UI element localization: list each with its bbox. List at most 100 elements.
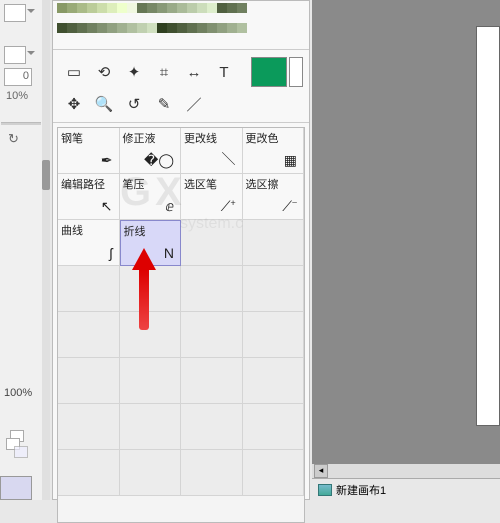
pen-icon: ✒ (101, 152, 113, 169)
tool-label: 曲线 (61, 222, 83, 238)
color-swatch[interactable] (127, 23, 137, 33)
color-swatch[interactable] (67, 3, 77, 13)
empty-cell (243, 220, 305, 266)
color-swatch[interactable] (167, 23, 177, 33)
magic-wand-tool[interactable]: ✦ (119, 59, 149, 85)
color-swatch[interactable] (87, 3, 97, 13)
rotate-tool[interactable]: ↺ (119, 91, 149, 117)
color-swatch[interactable] (187, 3, 197, 13)
color-swatch[interactable] (227, 23, 237, 33)
color-swatch[interactable] (237, 3, 247, 13)
layers-thumb[interactable] (4, 430, 38, 470)
select-erase-icon: ⟋⁻ (282, 198, 297, 215)
change-line-icon: ＼ (222, 149, 236, 169)
tool-label: 选区笔 (184, 176, 217, 192)
eyedropper-tool[interactable]: ✎ (149, 91, 179, 117)
color-swatch[interactable] (87, 23, 97, 33)
tool-change-color[interactable]: 更改色▦ (243, 128, 305, 174)
empty-cell (181, 312, 243, 358)
color-swatch[interactable] (107, 23, 117, 33)
tool-select-pen[interactable]: 选区笔⟋⁺ (181, 174, 243, 220)
color-swatch[interactable] (67, 23, 77, 33)
color-swatch[interactable] (147, 3, 157, 13)
color-swatch[interactable] (77, 23, 87, 33)
color-swatch[interactable] (117, 23, 127, 33)
foreground-color[interactable] (251, 57, 287, 87)
text-tool-tool[interactable]: T (209, 59, 239, 85)
refresh-icon[interactable]: ↻ (8, 131, 42, 147)
background-color[interactable] (289, 57, 303, 87)
color-swatch[interactable] (117, 3, 127, 13)
panel-scrollbar[interactable] (42, 0, 50, 500)
empty-cell (58, 450, 120, 496)
left-swatch-1[interactable] (4, 4, 26, 22)
color-swatch[interactable] (207, 23, 217, 33)
empty-cell (181, 404, 243, 450)
empty-cell (120, 358, 182, 404)
crop-tool[interactable]: ⌗ (149, 59, 179, 85)
left-tab-thumb[interactable] (0, 476, 32, 500)
empty-cell (181, 450, 243, 496)
left-input[interactable]: 0 (4, 68, 32, 86)
document-icon (318, 484, 332, 496)
zoom-100: 100% (4, 387, 42, 399)
lasso-tool[interactable]: ⟲ (89, 59, 119, 85)
tool-edit-path[interactable]: 编辑路径↖ (58, 174, 120, 220)
tool-whiteout[interactable]: 修正液�◯ (120, 128, 182, 174)
color-swatch[interactable] (197, 23, 207, 33)
empty-cell (181, 266, 243, 312)
color-swatch[interactable] (137, 23, 147, 33)
color-swatch[interactable] (157, 23, 167, 33)
color-swatch[interactable] (107, 3, 117, 13)
tool-pressure[interactable]: 笔压ⅇ (120, 174, 182, 220)
empty-cell (243, 266, 305, 312)
color-swatch[interactable] (57, 23, 67, 33)
tool-change-line[interactable]: 更改线＼ (181, 128, 243, 174)
select-rect-tool[interactable]: ▭ (59, 59, 89, 85)
color-swatch[interactable] (97, 3, 107, 13)
polyline-icon: N (164, 245, 174, 261)
color-swatch[interactable] (177, 23, 187, 33)
empty-cell (243, 312, 305, 358)
tool-curve[interactable]: 曲线ʃ (58, 220, 120, 266)
color-swatch[interactable] (227, 3, 237, 13)
empty-cell (120, 450, 182, 496)
empty-cell (58, 312, 120, 358)
color-swatch[interactable] (167, 3, 177, 13)
select-pen-icon: ⟋⁺ (221, 198, 236, 215)
color-swatch[interactable] (137, 3, 147, 13)
color-swatch[interactable] (237, 23, 247, 33)
tool-label: 笔压 (123, 176, 145, 192)
left-swatch-2[interactable] (4, 46, 26, 64)
color-swatch[interactable] (217, 3, 227, 13)
tool-polyline[interactable]: 折线N (120, 220, 182, 266)
tool-pen[interactable]: 钢笔✒ (58, 128, 120, 174)
move-tool-tool[interactable]: ↔ (179, 59, 209, 85)
scrollbar-thumb[interactable] (42, 160, 50, 190)
tool-row-2: ✥🔍↺✎／ (53, 86, 309, 118)
tool-label: 选区擦 (246, 176, 279, 192)
color-swatch[interactable] (187, 23, 197, 33)
color-swatch[interactable] (157, 3, 167, 13)
color-swatch[interactable] (77, 3, 87, 13)
tool-label: 修正液 (123, 130, 156, 146)
color-swatch[interactable] (207, 3, 217, 13)
color-swatch[interactable] (197, 3, 207, 13)
brush-tool[interactable]: ／ (179, 91, 209, 117)
color-swatch[interactable] (57, 3, 67, 13)
tool-select-erase[interactable]: 选区擦⟋⁻ (243, 174, 305, 220)
color-swatch[interactable] (127, 3, 137, 13)
color-swatch[interactable] (97, 23, 107, 33)
document-tab-label[interactable]: 新建画布1 (336, 482, 386, 498)
zoom-tool[interactable]: 🔍 (89, 91, 119, 117)
color-swatch[interactable] (177, 3, 187, 13)
scroll-left-button[interactable]: ◂ (314, 464, 328, 478)
empty-cell (181, 220, 243, 266)
move-tool[interactable]: ✥ (59, 91, 89, 117)
document-tab-bar: 新建画布1 (312, 478, 500, 500)
color-swatch[interactable] (147, 23, 157, 33)
horizontal-scrollbar[interactable]: ◂ (312, 464, 500, 478)
empty-cell (120, 404, 182, 450)
color-swatch[interactable] (217, 23, 227, 33)
empty-cell (120, 312, 182, 358)
